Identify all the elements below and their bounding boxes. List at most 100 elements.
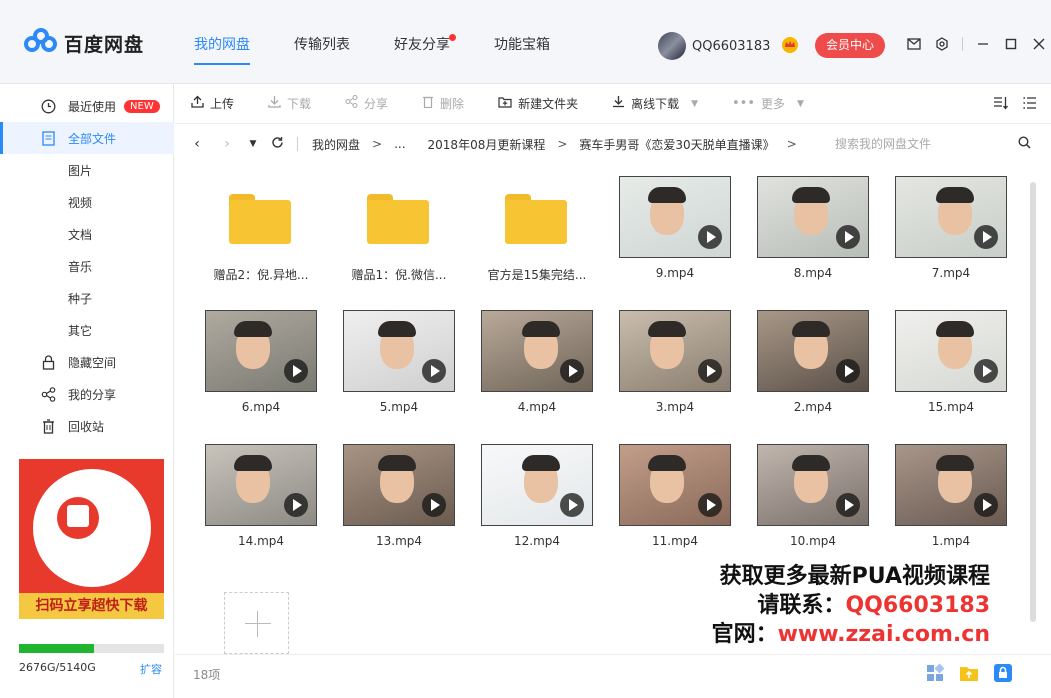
sidebar-item-label: 音乐 — [68, 259, 93, 274]
trash-icon — [422, 95, 434, 112]
tab-toolbox[interactable]: 功能宝箱 — [480, 0, 564, 84]
video-file-item[interactable]: 3.mp4 — [613, 298, 733, 418]
avatar[interactable] — [658, 32, 686, 60]
play-icon[interactable] — [836, 359, 860, 383]
new-folder-button[interactable]: 新建文件夹 — [498, 95, 578, 112]
play-icon[interactable] — [974, 225, 998, 249]
video-file-item[interactable]: 5.mp4 — [337, 298, 457, 418]
breadcrumb-item[interactable]: 我的网盘 — [312, 136, 360, 153]
video-file-item[interactable]: 11.mp4 — [613, 432, 733, 552]
play-icon[interactable] — [560, 359, 584, 383]
scrollbar[interactable] — [1029, 172, 1037, 642]
folder-item[interactable]: 赠品2：倪.异地... — [199, 164, 319, 284]
more-button[interactable]: ••• 更多 ▼ — [732, 95, 804, 112]
offline-download-button[interactable]: 离线下载 ▼ — [612, 95, 698, 112]
tab-friend-share[interactable]: 好友分享 — [380, 0, 464, 84]
folder-item[interactable]: 官方是15集完结... — [475, 164, 595, 284]
breadcrumb-separator: > — [557, 137, 568, 151]
play-icon[interactable] — [836, 493, 860, 517]
video-file-item[interactable]: 9.mp4 — [613, 164, 733, 284]
video-file-item[interactable]: 13.mp4 — [337, 432, 457, 552]
video-file-item[interactable]: 1.mp4 — [889, 432, 1009, 552]
delete-label: 删除 — [440, 97, 465, 111]
video-file-item[interactable]: 14.mp4 — [199, 432, 319, 552]
upload-folder-icon[interactable] — [959, 663, 979, 683]
play-icon[interactable] — [698, 225, 722, 249]
share-button[interactable]: 分享 — [345, 95, 388, 112]
video-file-item[interactable]: 6.mp4 — [199, 298, 319, 418]
document-icon — [40, 130, 56, 146]
download-button[interactable]: 下载 — [268, 95, 311, 112]
file-name: 3.mp4 — [655, 400, 695, 414]
lock-safe-icon[interactable] — [993, 663, 1013, 683]
play-icon[interactable] — [974, 359, 998, 383]
folder-item[interactable]: 赠品1：倪.微信... — [337, 164, 457, 284]
play-icon[interactable] — [974, 493, 998, 517]
file-name: 6.mp4 — [241, 400, 281, 414]
settings-gear-icon[interactable] — [934, 36, 950, 52]
video-file-item[interactable]: 8.mp4 — [751, 164, 871, 284]
refresh-icon[interactable] — [269, 136, 285, 153]
play-icon[interactable] — [422, 493, 446, 517]
promo-qr-banner[interactable]: 扫码立享超快下载 — [19, 459, 164, 619]
storage-progress-bar — [19, 644, 164, 653]
tab-transfer-list[interactable]: 传输列表 — [280, 0, 364, 84]
sidebar-item-all-files[interactable]: 全部文件 — [0, 122, 174, 154]
list-view-icon[interactable] — [1023, 96, 1037, 114]
play-icon[interactable] — [698, 359, 722, 383]
video-file-item[interactable]: 4.mp4 — [475, 298, 595, 418]
file-name: 4.mp4 — [517, 400, 557, 414]
play-icon[interactable] — [836, 225, 860, 249]
new-badge: NEW — [124, 99, 160, 113]
user-profile[interactable]: QQ6603183 — [658, 32, 770, 60]
sidebar-item-images[interactable]: 图片 — [0, 154, 174, 186]
tab-my-drive[interactable]: 我的网盘 — [180, 0, 264, 84]
vip-crown-icon[interactable] — [781, 36, 799, 54]
minimize-icon[interactable] — [975, 36, 991, 52]
breadcrumb-item[interactable]: 赛车手男哥《恋爱30天脱单直播课》 — [579, 136, 774, 153]
sidebar-item-recent[interactable]: 最近使用 NEW — [0, 90, 174, 122]
sidebar-item-my-shares[interactable]: 我的分享 — [0, 378, 174, 410]
username[interactable]: QQ6603183 — [692, 39, 770, 54]
video-file-item[interactable]: 2.mp4 — [751, 298, 871, 418]
scrollbar-thumb[interactable] — [1030, 182, 1036, 622]
apps-grid-icon[interactable] — [925, 663, 945, 683]
video-file-item[interactable]: 12.mp4 — [475, 432, 595, 552]
sidebar-item-hidden-space[interactable]: 隐藏空间 — [0, 346, 174, 378]
play-icon[interactable] — [560, 493, 584, 517]
expand-storage-link[interactable]: 扩容 — [140, 661, 162, 677]
upload-icon — [191, 95, 204, 112]
mail-icon[interactable] — [906, 36, 922, 52]
sidebar-item-other[interactable]: 其它 — [0, 314, 174, 346]
play-icon[interactable] — [422, 359, 446, 383]
search-input[interactable] — [835, 137, 995, 151]
sidebar-item-videos[interactable]: 视频 — [0, 186, 174, 218]
vip-center-button[interactable]: 会员中心 — [815, 33, 885, 58]
close-icon[interactable] — [1031, 36, 1047, 52]
sidebar-item-trash[interactable]: 回收站 — [0, 410, 174, 442]
search-icon[interactable] — [1018, 136, 1031, 153]
video-file-item[interactable]: 15.mp4 — [889, 298, 1009, 418]
play-icon[interactable] — [284, 493, 308, 517]
play-icon[interactable] — [698, 493, 722, 517]
divider — [297, 137, 298, 151]
back-arrow-icon[interactable]: ‹ — [189, 136, 205, 152]
app-logo: 百度网盘 — [24, 28, 144, 58]
forward-arrow-icon[interactable]: › — [219, 136, 235, 152]
sidebar-item-docs[interactable]: 文档 — [0, 218, 174, 250]
sort-icon[interactable] — [993, 96, 1009, 114]
sidebar-item-torrents[interactable]: 种子 — [0, 282, 174, 314]
video-file-item[interactable]: 10.mp4 — [751, 432, 871, 552]
maximize-icon[interactable] — [1003, 36, 1019, 52]
video-file-item[interactable]: 7.mp4 — [889, 164, 1009, 284]
sidebar-item-music[interactable]: 音乐 — [0, 250, 174, 282]
breadcrumb-item[interactable]: ... — [394, 137, 405, 151]
more-label: 更多 — [761, 97, 786, 111]
delete-button[interactable]: 删除 — [422, 95, 464, 112]
storage-usage-text: 2676G/5140G — [19, 661, 96, 674]
add-file-button[interactable] — [224, 592, 289, 654]
upload-button[interactable]: 上传 — [191, 95, 234, 112]
history-dropdown-icon[interactable]: ▼ — [245, 139, 261, 149]
play-icon[interactable] — [284, 359, 308, 383]
breadcrumb-item[interactable]: 2018年08月更新课程 — [428, 136, 546, 153]
